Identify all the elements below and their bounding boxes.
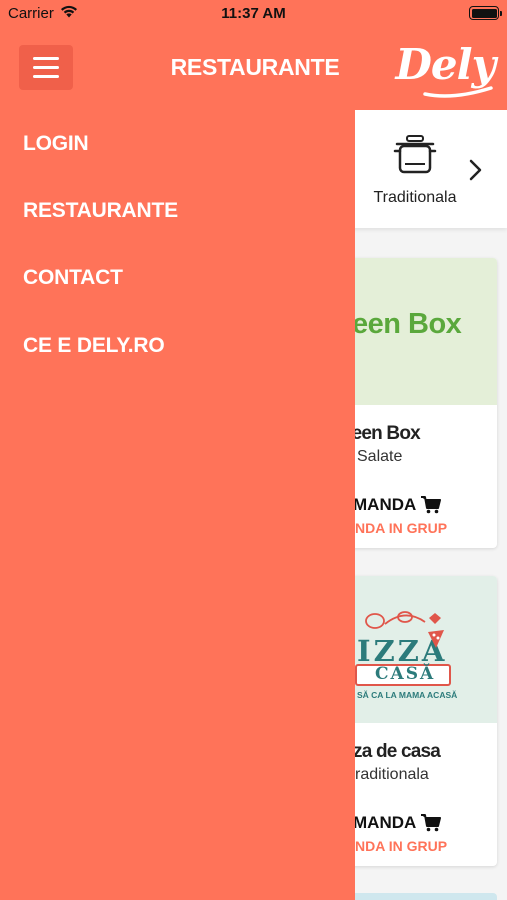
logo-swoosh-icon <box>423 86 493 98</box>
navigation-drawer: LOGIN RESTAURANTE CONTACT CE E DELY.RO <box>0 110 355 900</box>
menu-line <box>33 57 59 60</box>
cooking-pot-icon <box>393 135 437 174</box>
green-box-logo: een Box <box>352 308 462 340</box>
battery-icon <box>469 6 502 20</box>
dely-logo[interactable]: Dely <box>395 40 496 89</box>
drawer-item-login[interactable]: LOGIN <box>23 132 89 156</box>
drawer-item-restaurante[interactable]: RESTAURANTE <box>23 199 178 223</box>
chevron-right-icon[interactable] <box>466 158 484 182</box>
cart-icon[interactable] <box>421 496 441 514</box>
order-button[interactable]: MANDA <box>353 495 416 515</box>
restaurant-name: reen Box <box>345 423 421 444</box>
app-header: RESTAURANTE Dely <box>0 26 507 110</box>
hamburger-menu-button[interactable] <box>19 45 73 90</box>
menu-line <box>33 66 59 69</box>
pizza-logo-subtitle: CASĂ <box>375 664 436 684</box>
restaurant-name: za de casa <box>353 741 441 762</box>
category-item-traditionala[interactable]: Traditionala <box>365 132 465 207</box>
pizza-slice-icon <box>428 630 444 648</box>
status-bar: Carrier 11:37 AM <box>0 0 507 26</box>
page-title: RESTAURANTE <box>170 54 340 80</box>
group-order-button[interactable]: NDA IN GRUP <box>355 838 447 854</box>
order-button[interactable]: MANDA <box>353 813 416 833</box>
clock: 11:37 AM <box>221 5 286 22</box>
pizza-logo-tagline: SĂ CA LA MAMA ACASĂ <box>357 690 458 700</box>
drawer-item-contact[interactable]: CONTACT <box>23 266 123 290</box>
menu-line <box>33 75 59 78</box>
category-label: Traditionala <box>373 189 457 206</box>
restaurant-category: Salate <box>357 448 403 465</box>
drawer-item-ce-e-dely[interactable]: CE E DELY.RO <box>23 334 165 358</box>
pizza-logo-decor-icon <box>365 611 441 629</box>
restaurant-category: raditionala <box>355 766 429 783</box>
cart-icon[interactable] <box>421 814 441 832</box>
group-order-button[interactable]: NDA IN GRUP <box>355 520 447 536</box>
